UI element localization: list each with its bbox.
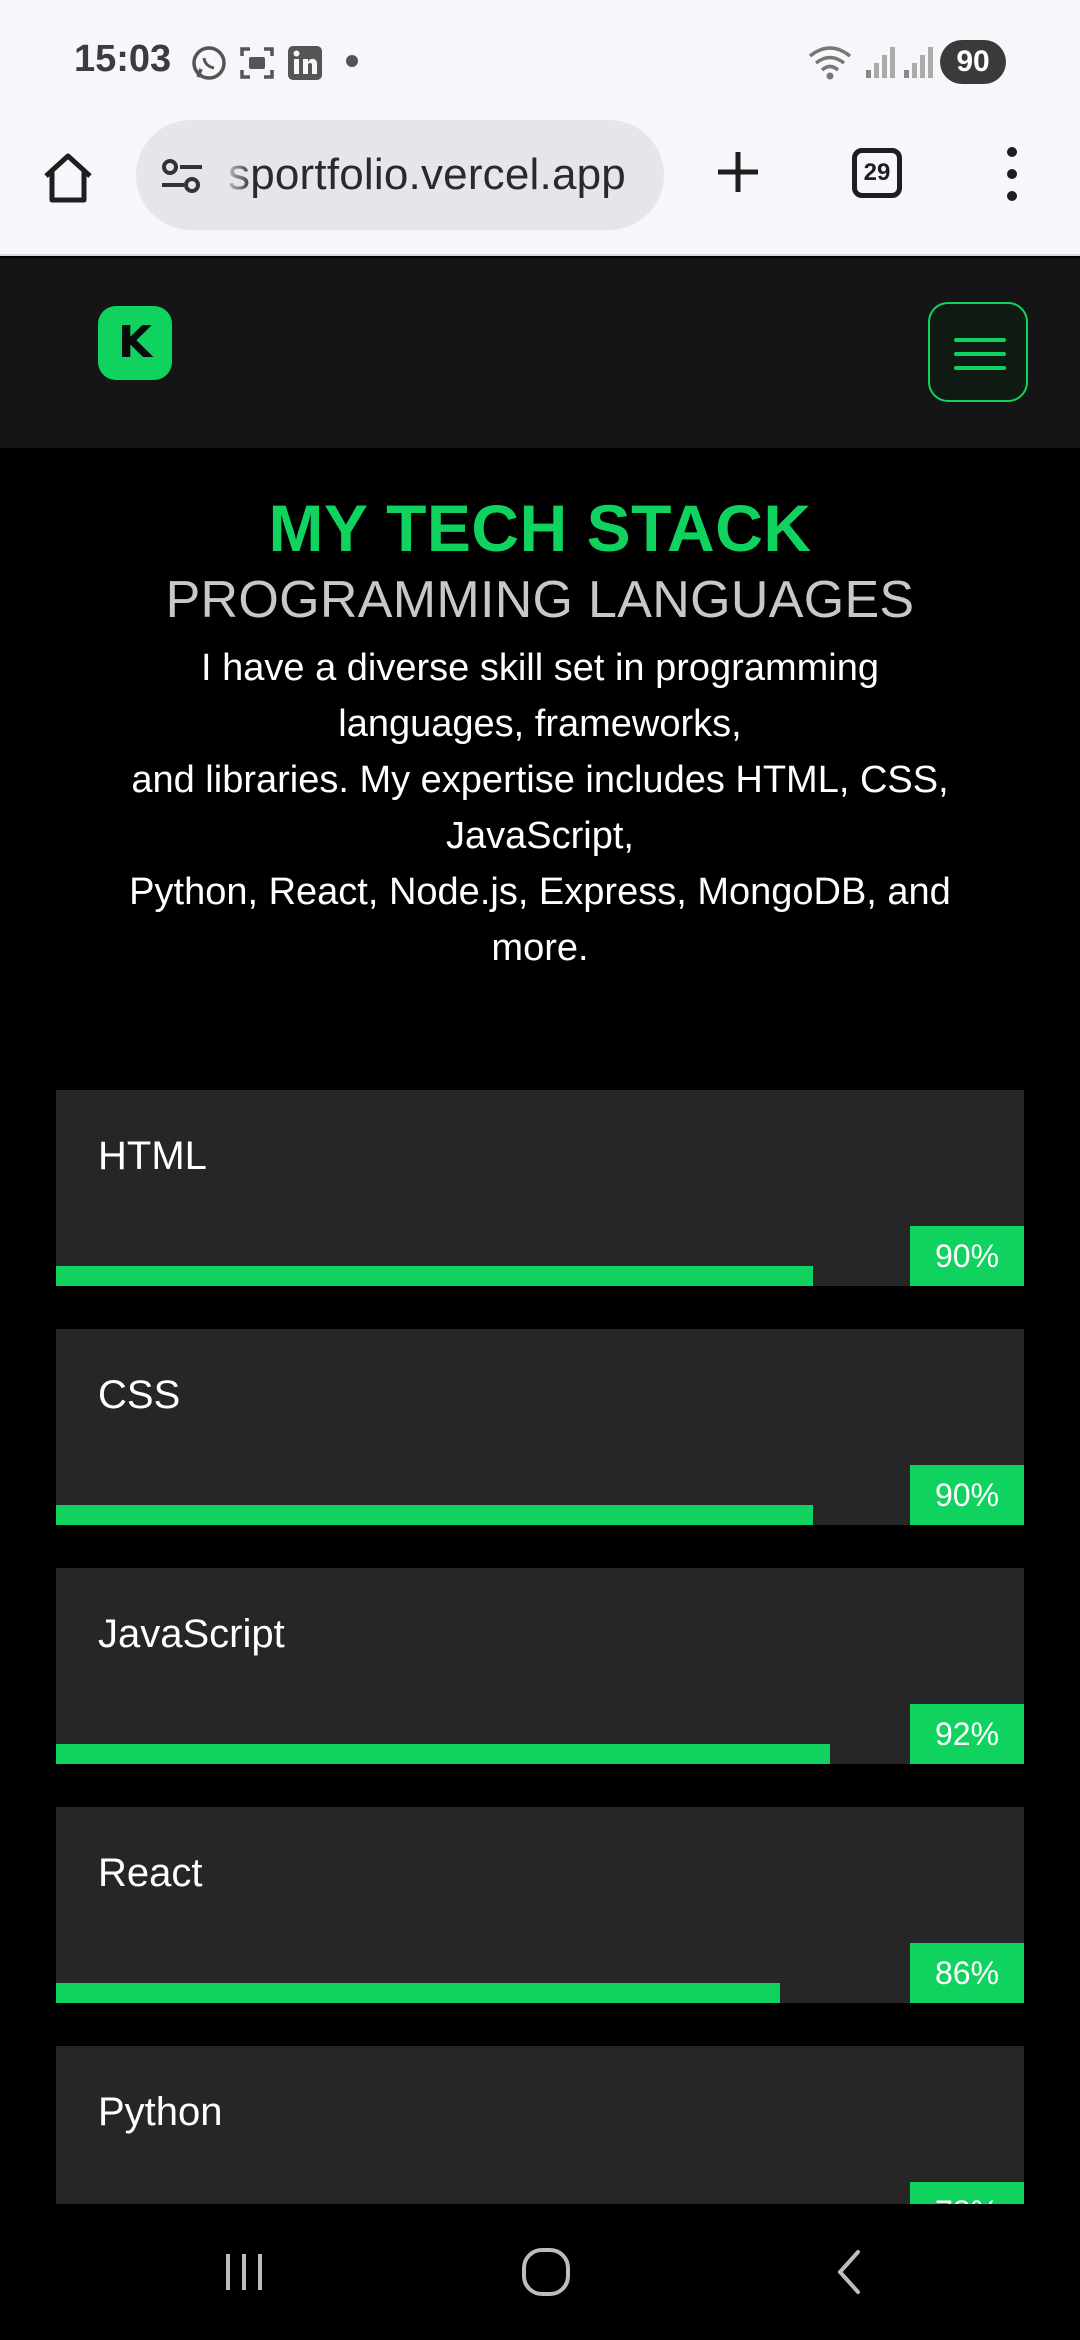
skill-progress-track bbox=[56, 1266, 1024, 1286]
url-text: sportfolio.vercel.app bbox=[228, 150, 626, 199]
status-bar: 15:03 90 bbox=[0, 0, 1080, 120]
section-intro: I have a diverse skill set in programmin… bbox=[129, 647, 951, 969]
browser-toolbar: sportfolio.vercel.app 29 bbox=[0, 120, 1080, 256]
home-icon[interactable] bbox=[38, 148, 98, 208]
home-icon[interactable] bbox=[516, 2242, 576, 2302]
skill-percent-badge: 78% bbox=[910, 2182, 1024, 2204]
screenshot-icon bbox=[240, 47, 274, 79]
skill-card-react: React 86% bbox=[56, 1807, 1024, 2003]
skill-card-css: CSS 90% bbox=[56, 1329, 1024, 1525]
skill-card-javascript: JavaScript 92% bbox=[56, 1568, 1024, 1764]
skill-name: CSS bbox=[98, 1373, 181, 1417]
recent-apps-icon[interactable] bbox=[214, 2242, 274, 2302]
tech-stack-section: MY TECH STACK PROGRAMMING LANGUAGES I ha… bbox=[0, 448, 1080, 2204]
skill-progress-fill bbox=[56, 1505, 813, 1525]
linkedin-icon bbox=[288, 46, 322, 80]
address-bar[interactable]: sportfolio.vercel.app bbox=[136, 120, 664, 230]
skill-progress-fill bbox=[56, 1983, 780, 2003]
system-nav-bar bbox=[0, 2204, 1080, 2340]
skill-percent-badge: 90% bbox=[910, 1226, 1024, 1286]
skill-progress-fill bbox=[56, 1744, 830, 1764]
skill-name: HTML bbox=[98, 1134, 207, 1178]
site-settings-icon[interactable] bbox=[158, 156, 206, 196]
tabs-icon[interactable]: 29 bbox=[852, 148, 902, 198]
whatsapp-icon bbox=[192, 46, 226, 80]
status-time: 15:03 bbox=[74, 38, 172, 80]
skill-percent-badge: 90% bbox=[910, 1465, 1024, 1525]
section-title: MY TECH STACK bbox=[268, 491, 812, 565]
skill-name: React bbox=[98, 1851, 203, 1895]
skill-progress-track bbox=[56, 1744, 1024, 1764]
skill-progress-fill bbox=[56, 1266, 813, 1286]
more-menu-icon[interactable] bbox=[1000, 142, 1024, 206]
skill-progress-track bbox=[56, 1505, 1024, 1525]
skill-card-python: Python 78% bbox=[56, 2046, 1024, 2204]
signal-icon bbox=[866, 47, 895, 78]
wifi-icon bbox=[808, 46, 852, 80]
new-tab-icon[interactable] bbox=[708, 142, 768, 202]
skill-percent-badge: 92% bbox=[910, 1704, 1024, 1764]
section-subtitle: PROGRAMMING LANGUAGES bbox=[165, 571, 915, 629]
skill-card-html: HTML 90% bbox=[56, 1090, 1024, 1286]
hamburger-menu-button[interactable] bbox=[928, 302, 1028, 402]
notification-dot bbox=[346, 55, 358, 67]
skill-progress-track bbox=[56, 1983, 1024, 2003]
site-logo[interactable]: K bbox=[98, 306, 172, 380]
signal-icon bbox=[904, 47, 933, 78]
skill-name: JavaScript bbox=[98, 1612, 285, 1656]
site-header: K bbox=[0, 258, 1080, 448]
skill-name: Python bbox=[98, 2090, 223, 2134]
skill-percent-badge: 86% bbox=[910, 1943, 1024, 2003]
back-icon[interactable] bbox=[820, 2242, 880, 2302]
battery-icon: 90 bbox=[940, 40, 1006, 84]
